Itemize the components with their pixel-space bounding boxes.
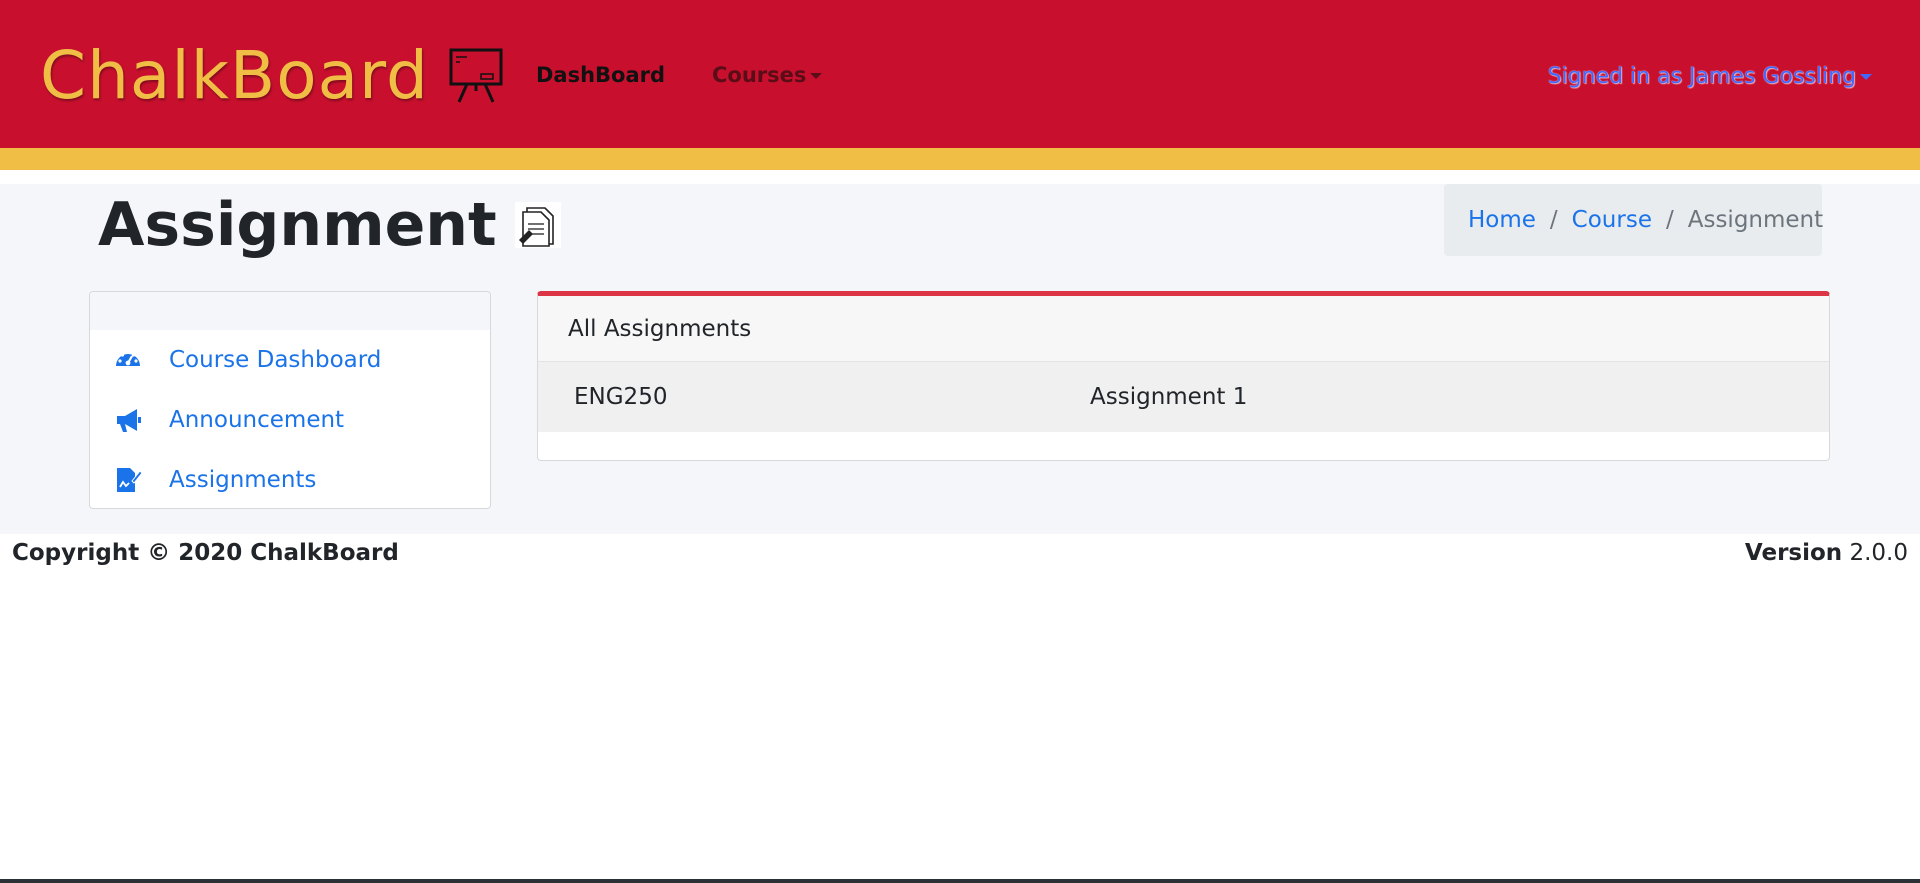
nav-courses-dropdown[interactable]: Courses xyxy=(712,60,823,90)
top-navbar: ChalkBoard DashBoard Courses Signed in a… xyxy=(0,0,1920,170)
sidebar-item-label: Assignments xyxy=(169,467,317,493)
brand-name[interactable]: ChalkBoard xyxy=(40,36,429,116)
caret-down-icon xyxy=(810,73,823,79)
page-header: Assignment xyxy=(98,190,561,260)
speedometer-icon xyxy=(112,344,144,376)
nav-courses-label: Courses xyxy=(712,63,807,87)
breadcrumb-home[interactable]: Home xyxy=(1468,207,1536,233)
breadcrumb-separator: / xyxy=(1549,207,1558,233)
assignment-course-cell: ENG250 xyxy=(574,384,668,410)
sidebar-item-announcement[interactable]: Announcement xyxy=(112,400,344,440)
window-bottom-edge xyxy=(0,879,1920,883)
footer: Copyright © 2020 ChalkBoard Version 2.0.… xyxy=(0,534,1920,574)
megaphone-icon xyxy=(112,404,144,436)
user-menu-dropdown[interactable]: Signed in as James Gossling xyxy=(1548,62,1872,92)
navbar-accent-strip xyxy=(0,148,1920,170)
brand[interactable]: ChalkBoard xyxy=(40,36,505,116)
breadcrumb-current: Assignment xyxy=(1687,207,1824,233)
sidebar-item-course-dashboard[interactable]: Course Dashboard xyxy=(112,340,381,380)
sidebar-item-assignments[interactable]: Assignments xyxy=(112,460,316,500)
user-menu-label: Signed in as James Gossling xyxy=(1547,64,1856,89)
document-edit-icon xyxy=(514,202,561,248)
nav-dashboard-link[interactable]: DashBoard xyxy=(536,60,665,90)
sidebar-item-label: Course Dashboard xyxy=(169,347,382,373)
assignments-card: All Assignments ENG250 Assignment 1 xyxy=(537,291,1830,461)
footer-version-label: Version xyxy=(1744,540,1843,566)
page-title: Assignment xyxy=(98,190,497,260)
breadcrumb: Home / Course / Assignment xyxy=(1444,184,1824,256)
table-row[interactable]: ENG250 Assignment 1 xyxy=(538,362,1829,432)
assignments-card-header: All Assignments xyxy=(538,296,1829,362)
sidebar-header xyxy=(90,292,490,330)
breadcrumb-separator: / xyxy=(1665,207,1674,233)
footer-copyright: Copyright © 2020 ChalkBoard xyxy=(12,540,399,566)
course-sidebar: Course Dashboard Announcement Assignment… xyxy=(89,291,491,509)
sidebar-item-label: Announcement xyxy=(169,407,345,433)
chalkboard-easel-icon xyxy=(449,48,503,103)
breadcrumb-course[interactable]: Course xyxy=(1572,207,1652,233)
assignment-name-cell: Assignment 1 xyxy=(1090,384,1248,410)
caret-down-icon xyxy=(1860,74,1872,80)
footer-version-value: 2.0.0 xyxy=(1849,540,1908,566)
file-signature-icon xyxy=(112,464,144,496)
footer-version: Version 2.0.0 xyxy=(1745,540,1908,566)
